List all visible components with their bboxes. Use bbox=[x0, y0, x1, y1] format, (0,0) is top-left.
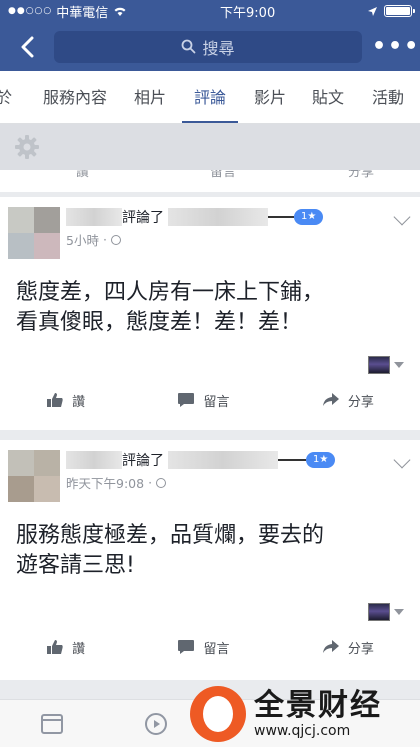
caret-down-icon[interactable] bbox=[394, 362, 404, 368]
comment-button[interactable]: 留言 bbox=[177, 391, 230, 410]
comment-icon bbox=[178, 393, 195, 407]
share-button[interactable]: 分享 bbox=[322, 391, 374, 410]
page-tabs: 於 服務內容 相片 評論 影片 貼文 活動 bbox=[0, 71, 420, 124]
video-play-icon[interactable] bbox=[144, 712, 168, 736]
review-text: 態度差，四人房有一床上下鋪， 看真傻眼，態度差！差！差！ bbox=[16, 280, 325, 335]
post-time[interactable]: 5小時 bbox=[66, 230, 99, 249]
news-feed-icon[interactable] bbox=[40, 712, 64, 736]
avatar[interactable] bbox=[8, 450, 60, 502]
previous-card-actions: 讚 留言 分享 bbox=[0, 170, 420, 192]
rating-badge: 1★ bbox=[294, 209, 324, 225]
watermark-name: 全景财经 bbox=[254, 687, 382, 723]
watermark-url: www.qjcj.com bbox=[254, 722, 351, 739]
page-name[interactable] bbox=[168, 451, 278, 469]
like-button[interactable]: 讚 bbox=[46, 391, 85, 410]
tab-events[interactable]: 活動 bbox=[372, 71, 404, 123]
review-verb: 評論了 bbox=[122, 210, 164, 226]
review-card: 評論了 1★ 昨天下午9:08 · 服務態度極差，品質爛，要去的 遊客請三思! … bbox=[0, 440, 420, 680]
review-card: 評論了 1★ 5小時 · 態度差，四人房有一床上下鋪， 看真傻眼，態度差！差！差… bbox=[0, 197, 420, 430]
nav-bar: 搜尋 ••• bbox=[0, 22, 420, 71]
review-text: 服務態度極差，品質爛，要去的 遊客請三思! bbox=[16, 523, 325, 578]
avatar[interactable] bbox=[8, 207, 60, 259]
page-name[interactable] bbox=[168, 208, 268, 226]
share-button[interactable]: 分享 bbox=[348, 170, 374, 180]
clock: 下午9:00 bbox=[220, 5, 276, 21]
back-button[interactable] bbox=[8, 36, 46, 58]
tab-posts[interactable]: 貼文 bbox=[312, 71, 344, 123]
tab-photos[interactable]: 相片 bbox=[134, 71, 166, 123]
post-time[interactable]: 昨天下午9:08 bbox=[66, 473, 144, 492]
thumbs-up-icon bbox=[47, 393, 63, 407]
search-placeholder: 搜尋 bbox=[202, 38, 235, 58]
watermark-logo: 全景财经 www.qjcj.com bbox=[190, 680, 420, 747]
tab-videos[interactable]: 影片 bbox=[254, 71, 286, 123]
location-arrow-icon bbox=[367, 6, 377, 16]
battery-icon bbox=[383, 5, 415, 17]
comment-icon bbox=[178, 640, 195, 654]
wifi-icon bbox=[114, 7, 126, 16]
reviewer-name[interactable] bbox=[66, 451, 122, 469]
carrier-name: 中華電信 bbox=[56, 5, 109, 21]
search-input[interactable]: 搜尋 bbox=[54, 30, 362, 63]
more-options-button[interactable]: ••• bbox=[372, 34, 418, 59]
tab-reviews[interactable]: 評論 bbox=[181, 71, 239, 123]
like-button[interactable]: 讚 bbox=[46, 638, 85, 657]
tab-about[interactable]: 於 bbox=[0, 71, 12, 123]
settings-bar bbox=[0, 124, 420, 170]
watermark-icon bbox=[190, 685, 246, 742]
rating-badge: 1★ bbox=[306, 452, 336, 468]
comment-button[interactable]: 留言 bbox=[177, 638, 230, 657]
reaction-thumbnail[interactable] bbox=[368, 356, 390, 374]
comment-button[interactable]: 留言 bbox=[210, 170, 236, 180]
top-header: ●●○○○ 中華電信 下午9:00 搜尋 ••• bbox=[0, 0, 420, 71]
review-verb: 評論了 bbox=[122, 453, 164, 469]
share-button[interactable]: 分享 bbox=[322, 638, 374, 657]
reaction-thumbnail[interactable] bbox=[368, 603, 390, 621]
chevron-left-icon bbox=[21, 36, 34, 57]
status-bar: ●●○○○ 中華電信 下午9:00 bbox=[0, 0, 420, 22]
caret-down-icon[interactable] bbox=[394, 609, 404, 615]
share-icon bbox=[322, 640, 339, 653]
tab-services[interactable]: 服務內容 bbox=[43, 71, 107, 123]
globe-icon bbox=[156, 477, 167, 488]
gear-icon[interactable] bbox=[14, 134, 40, 160]
search-icon bbox=[182, 39, 196, 54]
signal-icon: ●●○○○ bbox=[8, 6, 53, 16]
thumbs-up-icon bbox=[47, 640, 63, 654]
share-icon bbox=[322, 393, 339, 406]
like-button[interactable]: 讚 bbox=[76, 170, 89, 180]
globe-icon bbox=[110, 234, 121, 245]
reviewer-name[interactable] bbox=[66, 208, 122, 226]
